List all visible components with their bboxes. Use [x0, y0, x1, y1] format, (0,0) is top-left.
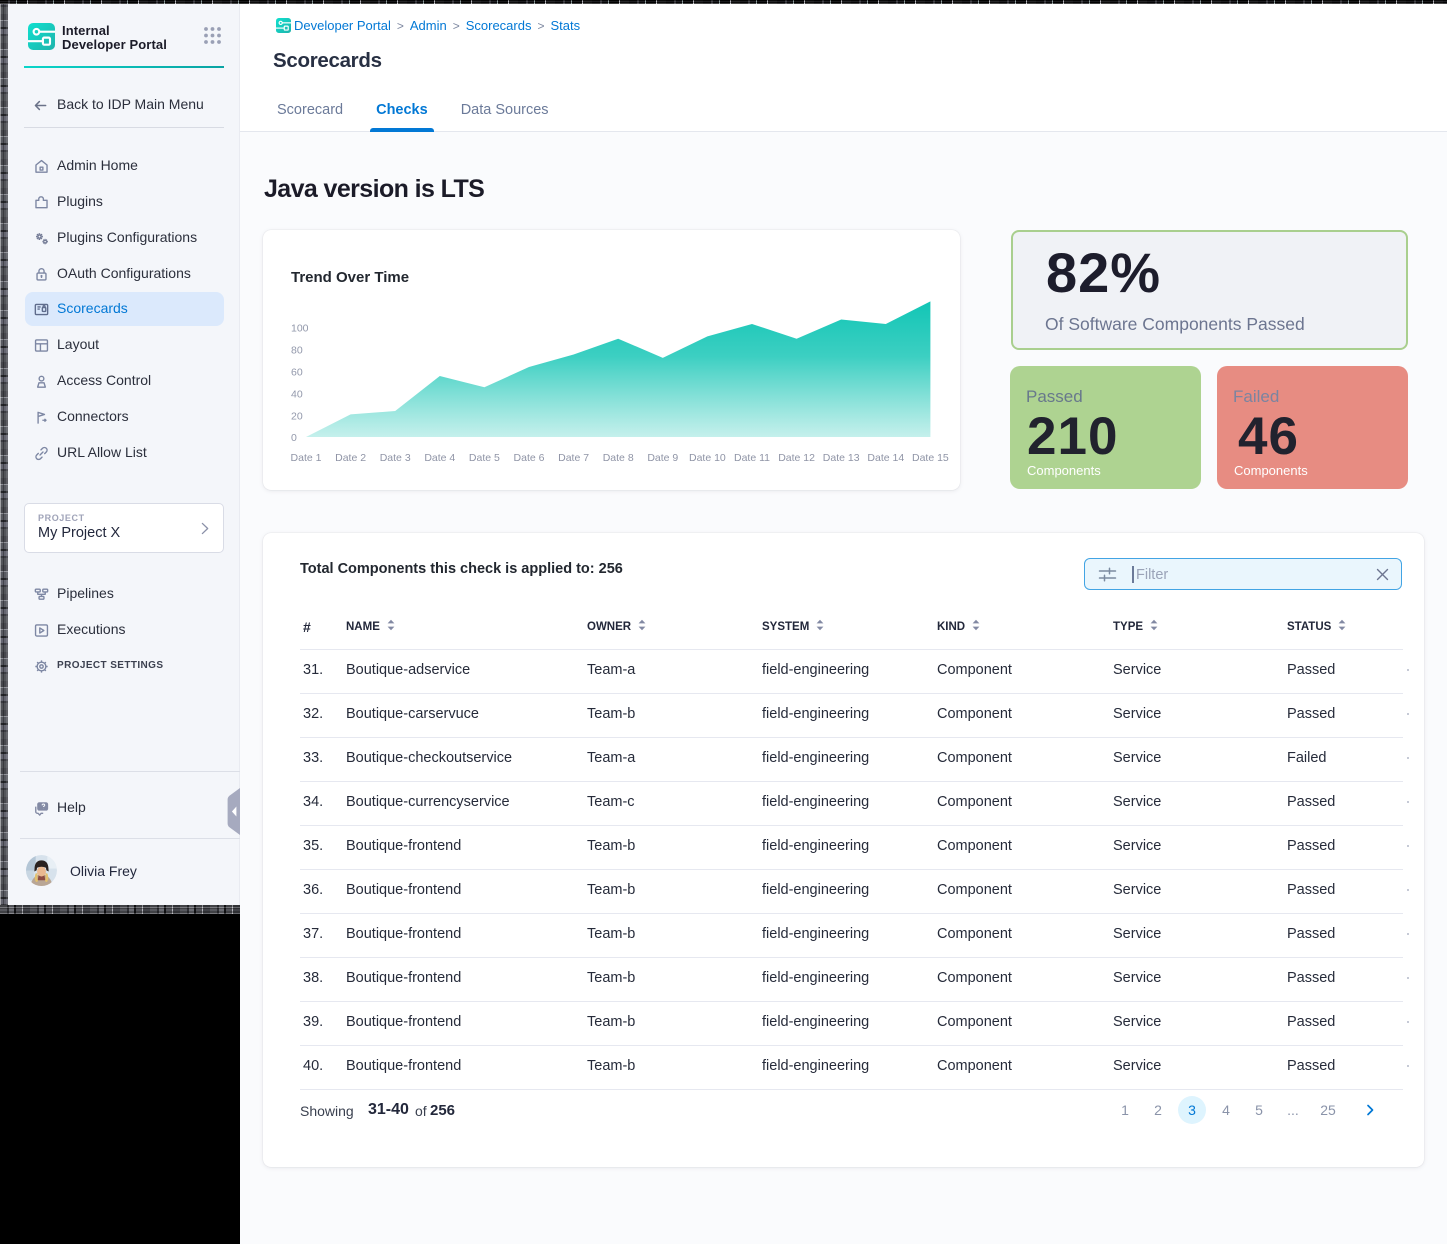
- svg-text:20: 20: [291, 411, 303, 423]
- svg-text:Date 11: Date 11: [734, 452, 770, 464]
- svg-text:Date 14: Date 14: [867, 452, 904, 464]
- svg-text:Date 10: Date 10: [689, 452, 726, 464]
- svg-text:Date 5: Date 5: [469, 452, 500, 464]
- svg-text:Date 9: Date 9: [647, 452, 678, 464]
- svg-text:100: 100: [291, 323, 309, 335]
- svg-text:Date 3: Date 3: [380, 452, 411, 464]
- svg-text:40: 40: [291, 389, 303, 401]
- svg-text:Date 1: Date 1: [291, 452, 322, 464]
- svg-text:Date 6: Date 6: [514, 452, 545, 464]
- svg-text:Date 4: Date 4: [424, 452, 455, 464]
- svg-text:60: 60: [291, 367, 303, 379]
- svg-text:Date 13: Date 13: [823, 452, 860, 464]
- svg-text:0: 0: [291, 432, 297, 444]
- svg-text:80: 80: [291, 345, 303, 357]
- svg-text:Date 7: Date 7: [558, 452, 589, 464]
- svg-text:Date 12: Date 12: [778, 452, 815, 464]
- svg-text:Date 8: Date 8: [603, 452, 634, 464]
- svg-text:Date 2: Date 2: [335, 452, 366, 464]
- svg-text:Date 15: Date 15: [912, 452, 949, 464]
